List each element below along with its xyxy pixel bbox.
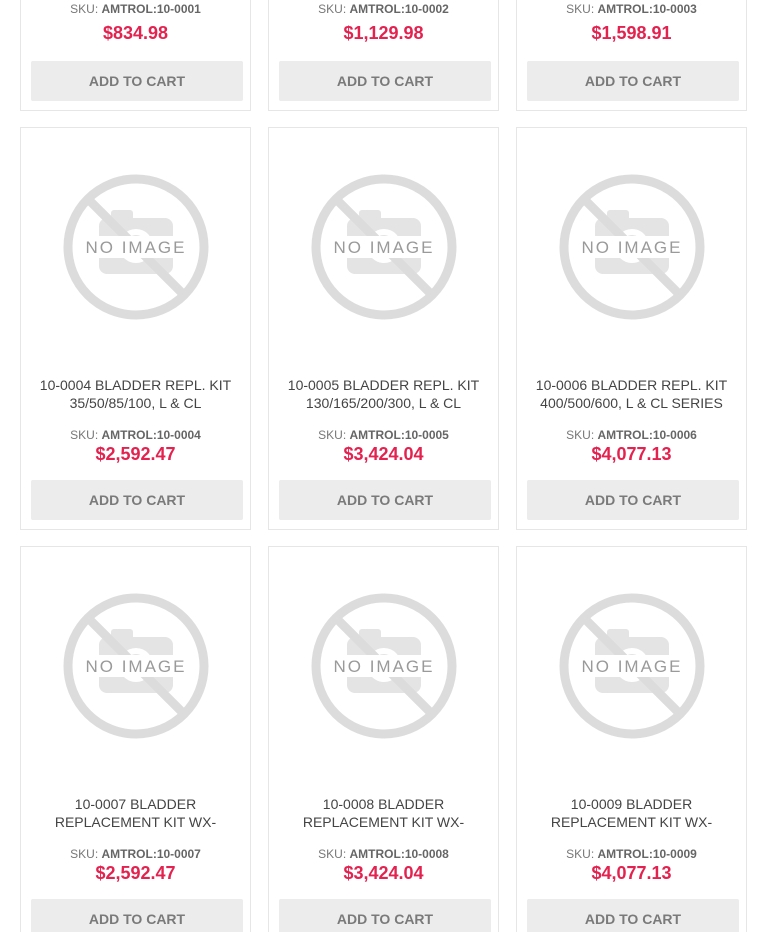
product-card: SKU: AMTROL:10-0003 $1,598.91 ADD TO CAR… — [516, 0, 747, 111]
product-card: NO IMAGE 10-0005 BLADDER REPL. KIT 130/1… — [268, 127, 499, 530]
add-to-cart-button[interactable]: ADD TO CART — [279, 899, 491, 932]
product-image[interactable]: NO IMAGE — [269, 547, 498, 785]
sku-value: AMTROL:10-0005 — [349, 428, 449, 442]
product-price: $2,592.47 — [95, 444, 176, 464]
sku-value: AMTROL:10-0006 — [597, 428, 697, 442]
product-title[interactable]: 10-0004 BLADDER REPL. KIT 35/50/85/100, … — [31, 376, 240, 412]
product-price: $1,129.98 — [343, 23, 424, 43]
no-image-placeholder-icon: NO IMAGE — [311, 593, 456, 739]
add-to-cart-button[interactable]: ADD TO CART — [527, 480, 739, 520]
product-sku: SKU: AMTROL:10-0002 — [269, 2, 498, 16]
add-to-cart-button[interactable]: ADD TO CART — [31, 61, 243, 101]
sku-label: SKU: — [70, 428, 99, 442]
no-image-text: NO IMAGE — [581, 238, 682, 257]
product-card: NO IMAGE 10-0004 BLADDER REPL. KIT 35/50… — [20, 127, 251, 530]
sku-label: SKU: — [70, 2, 99, 16]
no-image-text: NO IMAGE — [333, 657, 434, 676]
sku-label: SKU: — [566, 847, 595, 861]
no-image-text: NO IMAGE — [85, 238, 186, 257]
product-title[interactable]: 10-0006 BLADDER REPL. KIT 400/500/600, L… — [527, 376, 736, 412]
no-image-placeholder-icon: NO IMAGE — [63, 593, 208, 739]
product-price: $1,598.91 — [591, 23, 672, 43]
product-sku: SKU: AMTROL:10-0009 — [517, 847, 746, 861]
no-image-placeholder-icon: NO IMAGE — [559, 593, 704, 739]
product-sku: SKU: AMTROL:10-0007 — [21, 847, 250, 861]
product-image[interactable]: NO IMAGE — [21, 547, 250, 785]
product-card: SKU: AMTROL:10-0001 $834.98 ADD TO CART — [20, 0, 251, 111]
sku-label: SKU: — [70, 847, 99, 861]
add-to-cart-button[interactable]: ADD TO CART — [527, 899, 739, 932]
sku-label: SKU: — [318, 847, 347, 861]
product-image[interactable]: NO IMAGE — [517, 547, 746, 785]
product-image[interactable]: NO IMAGE — [21, 128, 250, 366]
add-to-cart-button[interactable]: ADD TO CART — [31, 899, 243, 932]
product-price: $3,424.04 — [343, 863, 424, 883]
sku-value: AMTROL:10-0009 — [597, 847, 697, 861]
product-title[interactable]: 10-0008 BLADDER REPLACEMENT KIT WX- — [279, 795, 488, 831]
product-sku: SKU: AMTROL:10-0005 — [269, 428, 498, 442]
product-price: $4,077.13 — [591, 444, 672, 464]
product-card: SKU: AMTROL:10-0002 $1,129.98 ADD TO CAR… — [268, 0, 499, 111]
product-sku: SKU: AMTROL:10-0003 — [517, 2, 746, 16]
add-to-cart-button[interactable]: ADD TO CART — [527, 61, 739, 101]
sku-label: SKU: — [318, 2, 347, 16]
no-image-text: NO IMAGE — [581, 657, 682, 676]
product-price: $2,592.47 — [95, 863, 176, 883]
product-image[interactable]: NO IMAGE — [269, 128, 498, 366]
sku-value: AMTROL:10-0002 — [349, 2, 449, 16]
product-sku: SKU: AMTROL:10-0008 — [269, 847, 498, 861]
product-image[interactable]: NO IMAGE — [517, 128, 746, 366]
sku-value: AMTROL:10-0001 — [101, 2, 201, 16]
product-price: $3,424.04 — [343, 444, 424, 464]
product-card: NO IMAGE 10-0008 BLADDER REPLACEMENT KIT… — [268, 546, 499, 932]
product-sku: SKU: AMTROL:10-0004 — [21, 428, 250, 442]
add-to-cart-button[interactable]: ADD TO CART — [31, 480, 243, 520]
add-to-cart-button[interactable]: ADD TO CART — [279, 480, 491, 520]
add-to-cart-button[interactable]: ADD TO CART — [279, 61, 491, 101]
sku-label: SKU: — [318, 428, 347, 442]
product-grid: SKU: AMTROL:10-0001 $834.98 ADD TO CART … — [0, 0, 770, 932]
sku-value: AMTROL:10-0003 — [597, 2, 697, 16]
sku-value: AMTROL:10-0007 — [101, 847, 201, 861]
product-title[interactable]: 10-0009 BLADDER REPLACEMENT KIT WX- — [527, 795, 736, 831]
product-sku: SKU: AMTROL:10-0006 — [517, 428, 746, 442]
no-image-placeholder-icon: NO IMAGE — [559, 174, 704, 320]
product-title[interactable]: 10-0007 BLADDER REPLACEMENT KIT WX- — [31, 795, 240, 831]
no-image-placeholder-icon: NO IMAGE — [63, 174, 208, 320]
sku-label: SKU: — [566, 428, 595, 442]
no-image-text: NO IMAGE — [333, 238, 434, 257]
no-image-placeholder-icon: NO IMAGE — [311, 174, 456, 320]
sku-value: AMTROL:10-0008 — [349, 847, 449, 861]
sku-label: SKU: — [566, 2, 595, 16]
product-sku: SKU: AMTROL:10-0001 — [21, 2, 250, 16]
product-card: NO IMAGE 10-0007 BLADDER REPLACEMENT KIT… — [20, 546, 251, 932]
product-price: $834.98 — [102, 23, 169, 43]
sku-value: AMTROL:10-0004 — [101, 428, 201, 442]
product-card: NO IMAGE 10-0009 BLADDER REPLACEMENT KIT… — [516, 546, 747, 932]
product-price: $4,077.13 — [591, 863, 672, 883]
no-image-text: NO IMAGE — [85, 657, 186, 676]
product-card: NO IMAGE 10-0006 BLADDER REPL. KIT 400/5… — [516, 127, 747, 530]
product-title[interactable]: 10-0005 BLADDER REPL. KIT 130/165/200/30… — [279, 376, 488, 412]
